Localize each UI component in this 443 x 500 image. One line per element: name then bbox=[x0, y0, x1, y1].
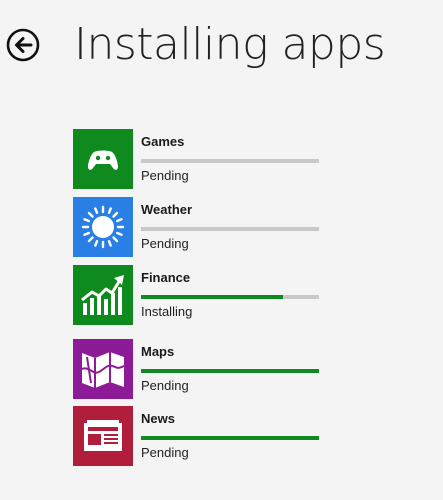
chart-icon bbox=[73, 265, 133, 325]
back-arrow-icon bbox=[6, 28, 40, 62]
progress-bar bbox=[141, 436, 319, 440]
map-icon bbox=[73, 339, 133, 399]
app-status: Pending bbox=[141, 236, 189, 251]
app-item-games[interactable]: Games Pending bbox=[73, 129, 333, 189]
app-status: Pending bbox=[141, 378, 189, 393]
progress-bar bbox=[141, 295, 319, 299]
progress-bar bbox=[141, 369, 319, 373]
app-item-finance[interactable]: Finance Installing bbox=[73, 265, 333, 325]
app-name: Games bbox=[141, 134, 185, 149]
app-item-weather[interactable]: Weather Pending bbox=[73, 197, 333, 257]
app-tile-maps bbox=[73, 339, 133, 399]
app-status: Pending bbox=[141, 168, 189, 183]
app-name: Weather bbox=[141, 202, 193, 217]
progress-fill bbox=[141, 369, 319, 373]
progress-bar bbox=[141, 159, 319, 163]
app-name: Maps bbox=[141, 344, 175, 359]
app-tile-news bbox=[73, 406, 133, 466]
app-tile-games bbox=[73, 129, 133, 189]
page-title: Installing apps bbox=[74, 19, 386, 70]
controller-icon bbox=[73, 129, 133, 189]
app-name: News bbox=[141, 411, 175, 426]
progress-fill bbox=[141, 436, 319, 440]
progress-bar bbox=[141, 227, 319, 231]
app-item-maps[interactable]: Maps Pending bbox=[73, 339, 333, 399]
app-status: Pending bbox=[141, 445, 189, 460]
app-tile-finance bbox=[73, 265, 133, 325]
progress-fill bbox=[141, 295, 284, 299]
app-tile-weather bbox=[73, 197, 133, 257]
app-status: Installing bbox=[141, 304, 193, 319]
sun-icon bbox=[73, 197, 133, 257]
app-name: Finance bbox=[141, 270, 191, 285]
app-item-news[interactable]: News Pending bbox=[73, 406, 333, 466]
newspaper-icon bbox=[73, 406, 133, 466]
back-button[interactable] bbox=[6, 28, 40, 62]
